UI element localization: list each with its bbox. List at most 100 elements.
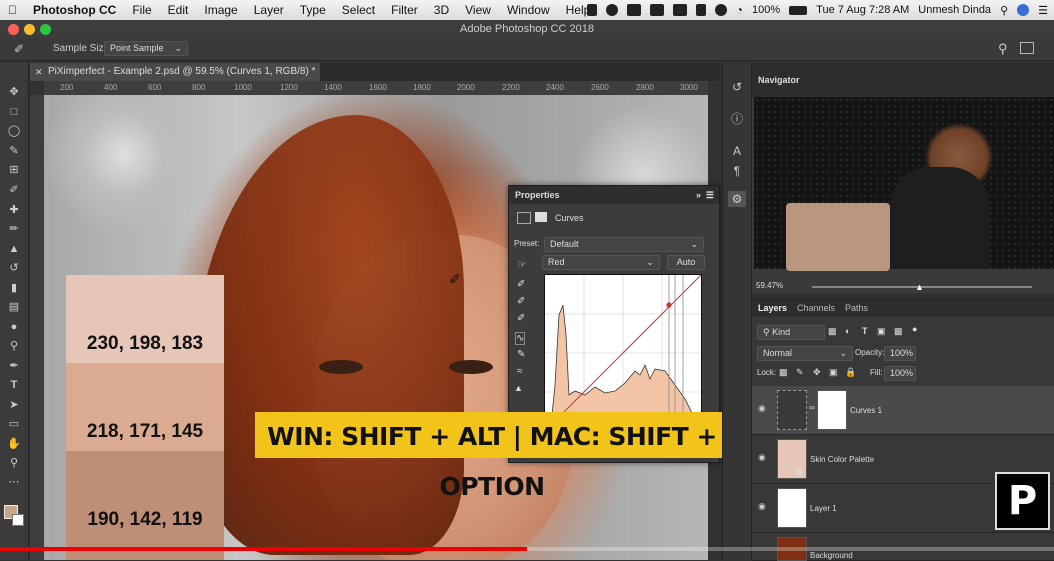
hand-tool-icon[interactable]: ✋ bbox=[7, 437, 21, 451]
menu-image[interactable]: Image bbox=[196, 3, 245, 17]
type-tool-icon[interactable]: T bbox=[7, 378, 21, 392]
layer-name[interactable]: Curves 1 bbox=[850, 406, 882, 415]
opacity-input[interactable]: 100% bbox=[884, 346, 916, 361]
apple-icon[interactable]:  bbox=[0, 3, 25, 17]
stamp-tool-icon[interactable]: ▲ bbox=[7, 242, 21, 256]
history-panel-icon[interactable]: ↺ bbox=[728, 79, 746, 95]
filter-adjustment-icon[interactable]: ◐ bbox=[845, 326, 850, 336]
user-name[interactable]: Unmesh Dinda bbox=[918, 4, 991, 16]
menu-select[interactable]: Select bbox=[334, 3, 383, 17]
tab-channels[interactable]: Channels bbox=[797, 303, 835, 313]
chat-icon[interactable] bbox=[626, 4, 641, 16]
menu-layer[interactable]: Layer bbox=[246, 3, 292, 17]
lock-artboard-icon[interactable]: ▣ bbox=[829, 367, 838, 378]
auto-button[interactable]: Auto bbox=[667, 255, 705, 270]
menu-edit[interactable]: Edit bbox=[160, 3, 197, 17]
filter-kind-select[interactable]: ⚲ Kind bbox=[757, 325, 825, 340]
wifi-icon[interactable]: ◔ bbox=[736, 3, 743, 17]
workspace-icon[interactable] bbox=[1020, 42, 1034, 54]
siri-icon[interactable] bbox=[1017, 4, 1030, 16]
gradient-tool-icon[interactable]: ▤ bbox=[7, 300, 21, 314]
edit-points-icon[interactable]: ∿ bbox=[515, 332, 526, 345]
paragraph-panel-icon[interactable]: ¶ bbox=[728, 163, 746, 179]
path-select-tool-icon[interactable]: ➤ bbox=[7, 398, 21, 412]
blur-tool-icon[interactable]: ● bbox=[7, 320, 21, 334]
preset-select[interactable]: Default ⌄ bbox=[544, 237, 704, 252]
zoom-slider-thumb[interactable]: ▲ bbox=[915, 282, 924, 292]
layer-name[interactable]: Background bbox=[810, 551, 853, 560]
sample-size-select[interactable]: Point Sample ⌄ bbox=[104, 41, 188, 56]
healing-brush-tool-icon[interactable]: ✚ bbox=[7, 203, 21, 217]
menu-type[interactable]: Type bbox=[292, 3, 334, 17]
sample-gray-icon[interactable]: ✐ bbox=[517, 296, 525, 307]
fill-input[interactable]: 100% bbox=[884, 366, 916, 381]
sample-black-icon[interactable]: ✐ bbox=[517, 279, 525, 290]
lock-transparent-icon[interactable]: ▩ bbox=[779, 367, 788, 378]
eye-icon[interactable]: ◉ bbox=[758, 403, 766, 414]
zoom-window-button[interactable] bbox=[40, 24, 51, 35]
eyedropper-tool-icon[interactable]: ✐ bbox=[7, 183, 21, 197]
lock-image-icon[interactable]: ✎ bbox=[796, 367, 804, 378]
video-progress-track[interactable] bbox=[527, 547, 1054, 551]
brush-tool-icon[interactable]: ✏ bbox=[7, 222, 21, 236]
menu-view[interactable]: View bbox=[457, 3, 499, 17]
app-menu[interactable]: Photoshop CC bbox=[25, 3, 124, 17]
tab-layers[interactable]: Layers bbox=[758, 303, 787, 313]
character-panel-icon[interactable]: A bbox=[728, 143, 746, 159]
filter-type-icon[interactable]: T bbox=[862, 326, 868, 336]
lasso-tool-icon[interactable]: ◯ bbox=[7, 124, 21, 138]
time-machine-icon[interactable] bbox=[714, 4, 727, 16]
zoom-tool-icon[interactable]: ⚲ bbox=[7, 456, 21, 470]
lock-all-icon[interactable]: 🔒 bbox=[845, 367, 856, 378]
tab-paths[interactable]: Paths bbox=[845, 303, 868, 313]
draw-curve-icon[interactable]: ✎ bbox=[517, 349, 525, 360]
filter-pixel-icon[interactable]: ▩ bbox=[828, 326, 837, 337]
info-panel-icon[interactable]: ⓘ bbox=[728, 111, 746, 127]
minimize-window-button[interactable] bbox=[24, 24, 35, 35]
history-brush-tool-icon[interactable]: ↺ bbox=[7, 261, 21, 275]
status-icon[interactable] bbox=[672, 4, 687, 16]
panel-menu-icon[interactable]: ☰ bbox=[706, 186, 714, 204]
eye-icon[interactable]: ◉ bbox=[758, 501, 766, 512]
filter-toggle-icon[interactable]: ● bbox=[912, 324, 917, 334]
search-icon[interactable]: ⚲ bbox=[998, 41, 1008, 57]
background-color-swatch[interactable] bbox=[12, 514, 24, 526]
menu-3d[interactable]: 3D bbox=[426, 3, 457, 17]
shape-tool-icon[interactable]: ▭ bbox=[7, 417, 21, 431]
target-adjust-icon[interactable]: ☞ bbox=[517, 258, 527, 271]
curves-graph[interactable] bbox=[544, 274, 702, 432]
menu-list-icon[interactable]: ☰ bbox=[1038, 4, 1048, 17]
document-tab[interactable]: ✕ PiXimperfect - Example 2.psd @ 59.5% (… bbox=[30, 63, 320, 81]
spotlight-search-icon[interactable]: ⚲ bbox=[1000, 4, 1008, 17]
menu-filter[interactable]: Filter bbox=[383, 3, 426, 17]
marquee-tool-icon[interactable]: □ bbox=[7, 105, 21, 119]
layer-row-curves[interactable]: ◉ ∞ Curves 1 bbox=[752, 386, 1054, 435]
eraser-tool-icon[interactable]: ▮ bbox=[7, 281, 21, 295]
link-icon[interactable]: ∞ bbox=[809, 403, 815, 412]
move-tool-icon[interactable]: ✥ bbox=[7, 85, 21, 99]
layer-name[interactable]: Layer 1 bbox=[810, 504, 837, 513]
smooth-curve-icon[interactable]: ≈ bbox=[517, 366, 523, 377]
clipping-warning-icon[interactable]: ▲ bbox=[514, 383, 523, 393]
mask-icon[interactable] bbox=[535, 212, 547, 222]
menu-window[interactable]: Window bbox=[499, 3, 558, 17]
menu-file[interactable]: File bbox=[124, 3, 159, 17]
clock[interactable]: Tue 7 Aug 7:28 AM bbox=[816, 4, 909, 16]
crop-tool-icon[interactable]: ⊞ bbox=[7, 163, 21, 177]
status-icon[interactable] bbox=[695, 4, 706, 16]
zoom-level[interactable]: 59.47% bbox=[756, 281, 783, 290]
status-icon[interactable] bbox=[586, 4, 597, 16]
eye-icon[interactable]: ◉ bbox=[758, 452, 766, 463]
video-progress-bar[interactable] bbox=[0, 547, 527, 551]
display-icon[interactable] bbox=[649, 4, 664, 16]
status-icon[interactable] bbox=[605, 4, 618, 16]
sample-white-icon[interactable]: ✐ bbox=[517, 313, 525, 324]
layer-name[interactable]: Skin Color Palette bbox=[810, 455, 874, 464]
filter-smart-object-icon[interactable]: ▩ bbox=[894, 326, 903, 337]
close-tab-icon[interactable]: ✕ bbox=[35, 63, 43, 81]
close-window-button[interactable] bbox=[8, 24, 19, 35]
blend-mode-select[interactable]: Normal ⌄ bbox=[757, 346, 853, 361]
eyedropper-tool-preset-icon[interactable]: ✐ bbox=[14, 42, 24, 56]
layer-mask-thumbnail[interactable] bbox=[817, 390, 847, 430]
battery-icon[interactable] bbox=[789, 5, 808, 15]
